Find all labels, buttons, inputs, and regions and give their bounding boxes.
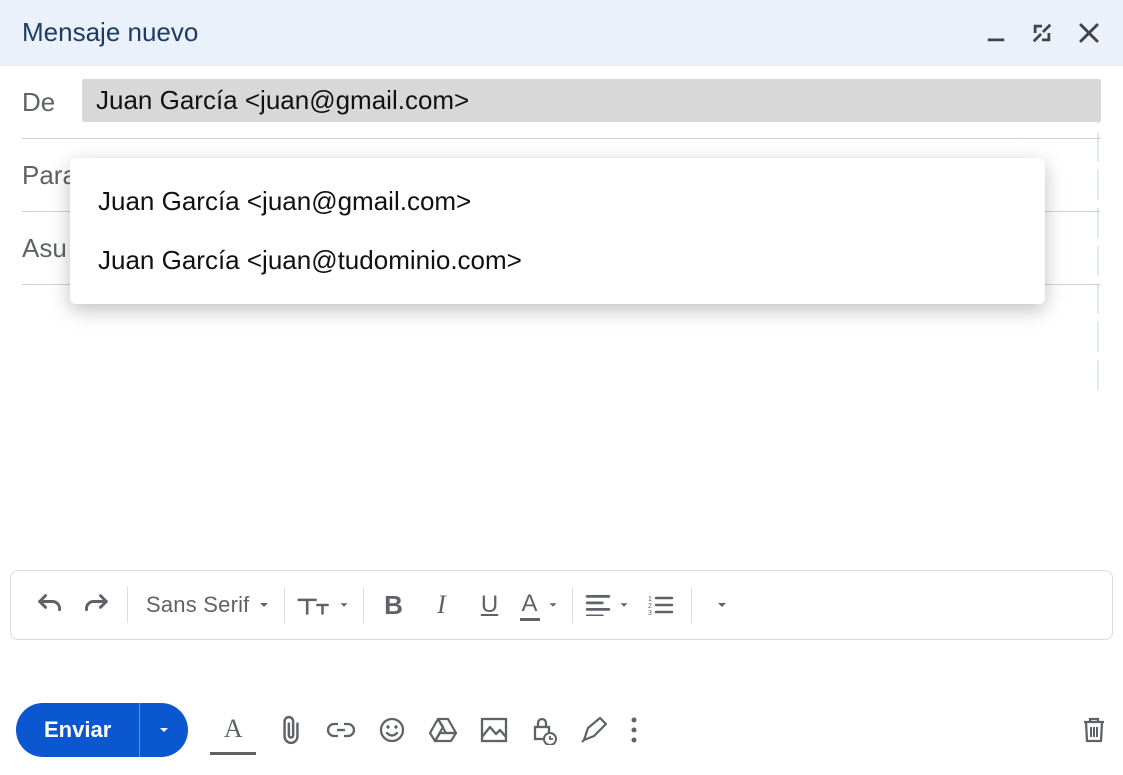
font-family-label: Sans Serif [140, 592, 256, 618]
close-icon[interactable] [1077, 21, 1101, 45]
from-option[interactable]: Juan García <juan@gmail.com> [70, 172, 1045, 231]
insert-link-button[interactable] [326, 720, 356, 740]
from-dropdown: Juan García <juan@gmail.com> Juan García… [70, 158, 1045, 304]
from-row: De Juan García <juan@gmail.com> [22, 66, 1101, 139]
drive-icon [428, 717, 458, 743]
discard-button[interactable] [1081, 715, 1107, 745]
font-family-select[interactable]: Sans Serif [134, 581, 278, 629]
link-icon [326, 720, 356, 740]
from-option[interactable]: Juan García <juan@tudominio.com> [70, 231, 1045, 290]
font-size-select[interactable] [291, 581, 357, 629]
divider [363, 587, 364, 623]
from-label: De [22, 87, 82, 118]
send-more-button[interactable] [139, 703, 188, 757]
svg-text:3: 3 [648, 610, 652, 616]
align-button[interactable] [579, 581, 637, 629]
chevron-down-icon [714, 597, 730, 613]
minimize-icon[interactable] [985, 22, 1007, 44]
text-size-icon [297, 591, 331, 619]
paperclip-icon [278, 715, 304, 745]
attach-file-button[interactable] [278, 715, 304, 745]
underline-button[interactable]: U [466, 581, 514, 629]
pen-icon [580, 716, 608, 744]
fullscreen-icon[interactable] [1031, 22, 1053, 44]
chevron-down-icon [546, 598, 560, 612]
kebab-icon [630, 716, 638, 744]
emoji-icon [378, 716, 406, 744]
format-toolbar: Sans Serif B I U A 1 2 [10, 570, 1113, 640]
chevron-down-icon [156, 722, 172, 738]
divider [127, 587, 128, 623]
more-options-button[interactable] [630, 716, 638, 744]
list-button[interactable]: 1 2 3 [637, 581, 685, 629]
text-color-button[interactable]: A [514, 581, 566, 629]
chevron-down-icon [337, 598, 351, 612]
align-icon [585, 594, 611, 616]
chevron-down-icon [256, 597, 272, 613]
format-a-icon: A [210, 706, 256, 755]
titlebar: Mensaje nuevo [0, 0, 1123, 66]
send-button-group: Enviar [16, 703, 188, 757]
send-button[interactable]: Enviar [16, 703, 139, 757]
divider [691, 587, 692, 623]
svg-text:1: 1 [648, 596, 652, 603]
window-title: Mensaje nuevo [22, 17, 198, 48]
lock-clock-icon [530, 715, 558, 745]
redo-button[interactable] [73, 581, 121, 629]
confidential-mode-button[interactable] [530, 715, 558, 745]
insert-image-button[interactable] [480, 717, 508, 743]
insert-signature-button[interactable] [580, 716, 608, 744]
divider [284, 587, 285, 623]
bold-button[interactable]: B [370, 581, 418, 629]
insert-emoji-button[interactable] [378, 716, 406, 744]
more-formatting-button[interactable] [698, 581, 746, 629]
undo-button[interactable] [25, 581, 73, 629]
from-selected[interactable]: Juan García <juan@gmail.com> [82, 79, 1101, 122]
insert-drive-button[interactable] [428, 717, 458, 743]
send-bar: Enviar A [16, 703, 1107, 757]
chevron-down-icon [617, 598, 631, 612]
italic-button[interactable]: I [418, 581, 466, 629]
numbered-list-icon: 1 2 3 [648, 594, 674, 616]
trash-icon [1081, 715, 1107, 745]
image-icon [480, 717, 508, 743]
compose-window: Mensaje nuevo De Juan García <juan@gmail… [0, 0, 1123, 775]
svg-text:2: 2 [648, 603, 652, 610]
window-buttons [985, 21, 1101, 45]
divider [572, 587, 573, 623]
formatting-toggle-button[interactable]: A [210, 706, 256, 755]
